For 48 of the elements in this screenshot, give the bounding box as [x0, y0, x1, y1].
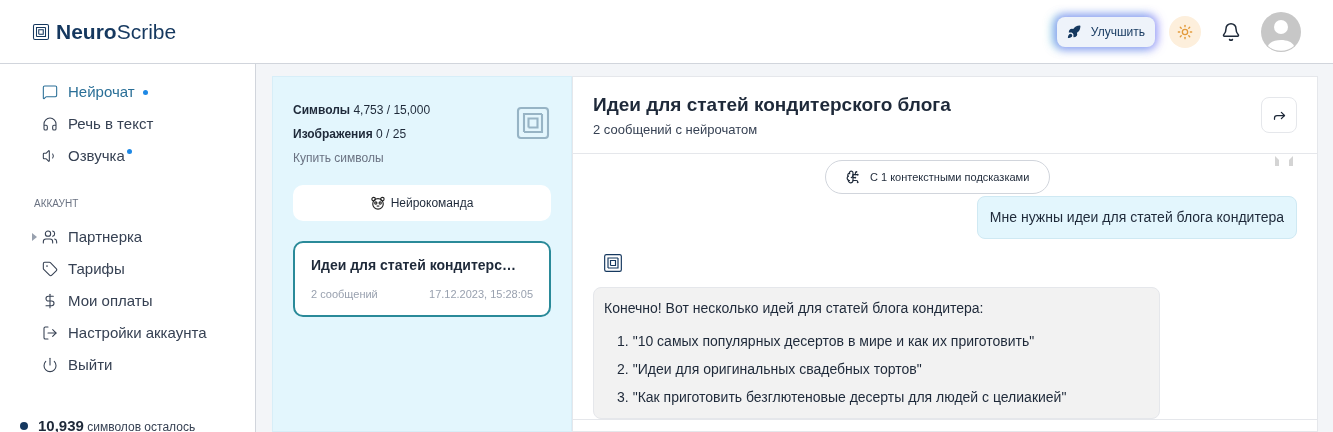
sidebar-item[interactable]: Тарифы: [42, 253, 125, 285]
logo-icon: [515, 105, 551, 141]
sidebar-item[interactable]: Настройки аккаунта: [42, 317, 207, 349]
nav-icon: [42, 325, 58, 341]
sidebar-item[interactable]: Выйти: [42, 349, 113, 381]
nav-icon: [42, 116, 58, 132]
buy-link[interactable]: Купить символы: [293, 149, 431, 167]
sidebar-item[interactable]: Речь в текст: [42, 108, 154, 140]
list-number: 2.: [617, 360, 629, 379]
user-message: Мне нужны идеи для статей блога кондитера: [976, 196, 1297, 239]
nav-icon: [42, 357, 58, 373]
theme-toggle[interactable]: [1169, 15, 1201, 48]
list-item: "Идеи для оригинальных свадебных тортов": [632, 360, 922, 379]
logo-icon: [32, 22, 50, 41]
logo-text: NeuroScribe: [56, 18, 177, 45]
nav-icon: [42, 84, 58, 100]
caret-icon[interactable]: [32, 233, 37, 241]
nav-icon: [42, 261, 58, 277]
message-count: 2 сообщений: [311, 287, 378, 302]
brain-icon: [846, 170, 860, 184]
rocket-icon: [1066, 24, 1081, 39]
images-usage: Изображения 0 / 25: [293, 126, 408, 143]
reply-intro: Конечно! Вот несколько идей для статей блога кондитера:: [604, 299, 985, 318]
assistant-icon: [603, 253, 623, 273]
sidebar-item[interactable]: Озвучка: [42, 140, 125, 172]
upgrade-button[interactable]: Улучшить: [1056, 16, 1155, 47]
sidebar-item[interactable]: Нейрочат: [42, 76, 135, 108]
list-item: "Как приготовить безглютеновые десерты для людей с целиакией": [632, 388, 1067, 407]
context-pill[interactable]: С 1 контекстными подсказками: [825, 160, 1051, 194]
chat-heading: Идеи для статей кондитерского блога: [593, 93, 951, 117]
symbols-usage: Символы 4,753 / 15,000: [293, 102, 431, 119]
team-button[interactable]: Нейрокоманда: [293, 185, 551, 221]
list-number: 1.: [617, 332, 629, 351]
panda-icon: [370, 196, 385, 210]
nav-icon: [42, 293, 58, 309]
section-title: АККАУНТ: [34, 197, 80, 211]
share-button[interactable]: [1261, 97, 1297, 133]
chat-date: 17.12.2023, 15:28:05: [429, 287, 533, 302]
notification-icon[interactable]: [1221, 21, 1241, 42]
chat-card[interactable]: Идеи для статей кондитерс… 2 сообщений 17.12.2023, 15:28:05: [293, 241, 551, 317]
sidebar-item[interactable]: Мои оплаты: [42, 285, 153, 317]
chat-subtitle: 2 сообщений с нейрочатом: [593, 120, 759, 139]
chat-title: Идеи для статей кондитерс…: [311, 256, 517, 275]
sun-icon: [1177, 23, 1193, 40]
sidebar-item[interactable]: Партнерка: [42, 221, 143, 253]
nav-icon: [42, 229, 58, 245]
list-number: 3.: [617, 388, 629, 407]
list-item: "10 самых популярных десертов в мире и как их приготовить": [632, 332, 1035, 351]
